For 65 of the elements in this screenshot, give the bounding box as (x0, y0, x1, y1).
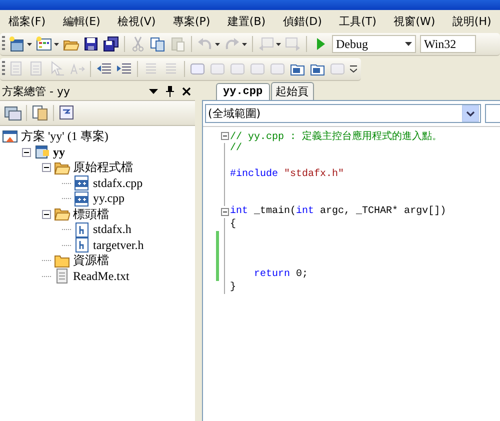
tree-item[interactable]: stdafx.h (93, 222, 132, 238)
overflow-chevron-icon[interactable] (350, 65, 357, 73)
code-line: { (230, 218, 236, 230)
code-line: // (230, 143, 242, 154)
pin-icon[interactable] (166, 86, 174, 97)
collapse-box-icon[interactable] (220, 132, 228, 140)
menu-item[interactable]: 說明(H) (452, 14, 492, 28)
tree-item[interactable]: 資源檔 (73, 252, 109, 270)
tree-item[interactable]: stdafx.cpp (93, 176, 143, 191)
tree-item[interactable]: 方案 'yy' (1 專案) (21, 128, 108, 146)
scope-text: (全域範圍) (208, 106, 261, 121)
chevron-down-icon (466, 110, 475, 116)
toolbar-grip[interactable] (2, 36, 5, 52)
floppy-disks-icon[interactable] (103, 36, 119, 52)
collapse-box-icon[interactable] (42, 210, 51, 219)
open-folder-icon (54, 160, 70, 176)
collapse-box-icon[interactable] (22, 148, 31, 157)
grid-icon[interactable] (36, 36, 52, 52)
tree-item[interactable]: 標頭檔 (73, 206, 109, 223)
platform-dropdown[interactable]: Win32 (420, 35, 476, 53)
tree-item[interactable]: targetver.h (93, 238, 144, 253)
header-file-icon (74, 237, 90, 254)
menu-item[interactable]: 專案(P) (172, 14, 210, 28)
project-icon (34, 144, 50, 160)
menu-item[interactable]: 工具(T) (339, 14, 376, 28)
cpp-file-icon (74, 175, 90, 192)
header-file-icon (74, 222, 90, 238)
document-tab[interactable]: 起始頁 (270, 82, 314, 100)
dropdown-arrow-icon[interactable] (149, 88, 158, 94)
menu-item[interactable]: 檔案(F) (8, 14, 46, 28)
open-folder-icon (54, 206, 70, 222)
cpp-file-icon (74, 190, 90, 207)
menu-item[interactable]: 偵錯(D) (282, 14, 322, 28)
show-files-icon[interactable] (31, 105, 49, 121)
code-line: return 0; (254, 269, 308, 280)
document-tab[interactable]: yy.cpp (216, 83, 270, 100)
window-icon[interactable] (9, 36, 25, 52)
code-line: #include "stdafx.h" (230, 168, 344, 180)
member-dropdown[interactable] (485, 104, 500, 123)
tree-item[interactable]: yy.cpp (93, 191, 125, 206)
menu-item[interactable]: 視窗(W) (394, 14, 436, 28)
collapse-box-icon[interactable] (220, 208, 228, 216)
tree-item[interactable]: 原始程式檔 (73, 159, 133, 176)
dropdown-arrow-icon[interactable] (27, 42, 32, 46)
close-icon[interactable] (182, 87, 191, 96)
dropdown-button[interactable] (462, 105, 479, 122)
dropdown-arrow-icon[interactable] (405, 42, 412, 46)
collapse-box-icon[interactable] (42, 163, 51, 172)
code-line: } (230, 282, 236, 293)
configuration-dropdown[interactable]: Debug (332, 35, 416, 53)
folder-icon (54, 252, 70, 269)
copy-icon[interactable] (150, 36, 166, 52)
toolbar-grip[interactable] (2, 61, 5, 77)
scope-dropdown[interactable]: (全域範圍) (205, 104, 481, 123)
tree-item[interactable]: ReadMe.txt (73, 268, 130, 284)
code-line: int _tmain(int argc, _TCHAR* argv[]) (230, 206, 446, 218)
tree-item[interactable]: yy (53, 144, 65, 160)
panel-title: 方案總管 - yy (2, 84, 71, 99)
menu-item[interactable]: 建置(B) (227, 14, 266, 28)
menu-item[interactable]: 檢視(V) (118, 14, 156, 28)
menu-item[interactable]: 編輯(E) (62, 14, 100, 28)
code-line: // yy.cpp : 定義主控台應用程式的進入點。 (230, 130, 442, 144)
text-file-icon (54, 268, 70, 284)
properties-icon[interactable] (4, 105, 22, 121)
dropdown-arrow-icon[interactable] (54, 42, 59, 46)
